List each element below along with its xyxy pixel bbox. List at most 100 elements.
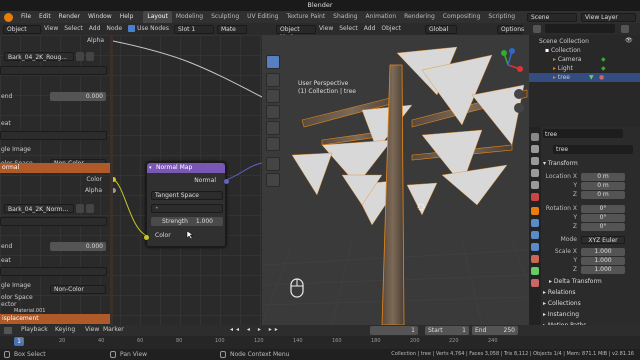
location-x-field[interactable]: 0 m	[581, 173, 625, 181]
outliner-item-collection[interactable]: ▪ Collection	[529, 46, 640, 55]
timeline-editor-icon[interactable]	[4, 327, 12, 334]
image-copy-icon-2[interactable]	[76, 204, 84, 213]
node-menu-view[interactable]: View	[41, 23, 61, 35]
timeline[interactable]: Playback Keying View Marker ◂◂ ◂ ▸ ▸▸ 1 …	[0, 325, 640, 349]
options-dropdown[interactable]: Options	[497, 24, 524, 34]
normal-map-node-header[interactable]: ▾ Normal Map	[147, 163, 225, 173]
physics-tab-icon[interactable]	[531, 243, 539, 251]
node-menu-add[interactable]: Add	[86, 23, 104, 35]
tab-rendering[interactable]: Rendering	[400, 11, 439, 23]
world-tab-icon[interactable]	[531, 193, 539, 201]
tab-sculpting[interactable]: Sculpting	[207, 11, 243, 23]
keying-menu[interactable]: Keying	[52, 324, 78, 336]
tab-animation[interactable]: Animation	[362, 11, 401, 23]
vp-menu-object[interactable]: Object	[378, 23, 404, 35]
outliner-item-scene-collection[interactable]: Scene Collection	[529, 37, 640, 46]
outliner-search-input[interactable]	[545, 24, 615, 33]
image-copy-icon[interactable]	[76, 52, 84, 61]
rotate-tool-icon[interactable]	[266, 105, 280, 119]
scale-tool-icon[interactable]	[266, 121, 280, 135]
uv-map-field[interactable]: •	[151, 204, 223, 213]
scene-selector[interactable]: Scene	[527, 12, 577, 22]
normal-output-socket[interactable]	[224, 179, 229, 184]
slot-selector[interactable]: Slot 1	[173, 24, 214, 34]
view-layer-tab-icon[interactable]	[531, 169, 539, 177]
node-object-selector[interactable]: Object	[3, 24, 41, 34]
data-tab-icon[interactable]	[531, 267, 539, 275]
image-close-icon[interactable]	[86, 52, 94, 61]
material-selector[interactable]: Mate	[216, 24, 247, 34]
object-tab-icon[interactable]	[531, 207, 539, 215]
tab-shading[interactable]: Shading	[329, 11, 361, 23]
image-close-icon-2[interactable]	[86, 204, 94, 213]
tab-compositing[interactable]: Compositing	[439, 11, 485, 23]
menu-file[interactable]: File	[17, 11, 35, 23]
menu-window[interactable]: Window	[84, 11, 116, 23]
extension-dropdown-2[interactable]	[0, 267, 107, 276]
node-header-normal[interactable]: ormal	[0, 163, 110, 173]
use-nodes-toggle[interactable]: Use Nodes	[125, 23, 172, 35]
end-frame-field[interactable]: End 250	[472, 326, 518, 335]
scale-y-field[interactable]: 1.000	[581, 257, 625, 265]
transform-section[interactable]: ▾ Transform	[543, 160, 578, 167]
image-selector-normal[interactable]: Bark_04_2K_Norm...	[4, 204, 74, 213]
outliner-item-tree[interactable]: ▸ tree ▼ ●	[529, 73, 640, 82]
annotate-tool-icon[interactable]	[266, 157, 280, 171]
delta-transform-section[interactable]: ▸ Delta Transform	[549, 278, 602, 285]
scale-x-field[interactable]: 1.000	[581, 248, 625, 256]
node-menu-node[interactable]: Node	[103, 23, 125, 35]
rotation-x-field[interactable]: 0°	[581, 205, 625, 213]
pan-view-icon[interactable]	[514, 89, 524, 99]
image-selector-roughness[interactable]: Bark_04_2K_Roug...	[4, 52, 74, 61]
strength-field[interactable]: Strength 1.000	[151, 217, 223, 226]
outliner-item-camera[interactable]: ▸ Camera ◆	[529, 55, 640, 64]
blend-value-2[interactable]: 0.000	[50, 242, 106, 251]
scene-tab-icon[interactable]	[531, 181, 539, 189]
render-tab-icon[interactable]	[531, 145, 539, 153]
current-frame-field[interactable]: 1	[370, 326, 418, 335]
modifier-tab-icon[interactable]	[531, 219, 539, 227]
extension-dropdown-1[interactable]	[0, 131, 107, 140]
rotation-z-field[interactable]: 0°	[581, 223, 625, 231]
start-frame-field[interactable]: Start 1	[425, 326, 469, 335]
measure-tool-icon[interactable]	[266, 173, 280, 187]
interpolation-dropdown-1[interactable]	[0, 66, 107, 75]
move-tool-icon[interactable]	[266, 89, 280, 103]
collections-section[interactable]: ▸ Collections	[543, 300, 581, 307]
tab-layout[interactable]: Layout	[143, 11, 172, 23]
node-editor[interactable]: Alpha Bark_04_2K_Roug... end 0.000 eat g…	[0, 35, 262, 325]
instancing-section[interactable]: ▸ Instancing	[543, 311, 579, 318]
constraints-tab-icon[interactable]	[531, 255, 539, 263]
playback-menu[interactable]: Playback	[18, 324, 51, 336]
rotation-mode-dropdown[interactable]: XYZ Euler	[581, 236, 625, 244]
3d-viewport[interactable]: User Perspective (1) Collection | tree	[262, 35, 529, 325]
transform-tool-icon[interactable]	[266, 137, 280, 151]
view-layer-selector[interactable]: View Layer	[581, 12, 636, 22]
select-tool-icon[interactable]	[266, 55, 280, 69]
visibility-eye-icon[interactable]: 👁	[625, 37, 633, 44]
node-header-displacement[interactable]: isplacement	[0, 314, 110, 324]
vp-menu-add[interactable]: Add	[361, 23, 379, 35]
location-y-field[interactable]: 0 m	[581, 182, 625, 190]
cursor-tool-icon[interactable]	[266, 73, 280, 87]
tab-modeling[interactable]: Modeling	[172, 11, 207, 23]
filter-icon[interactable]	[621, 25, 629, 33]
vp-menu-view[interactable]: View	[316, 23, 336, 35]
menu-render[interactable]: Render	[55, 11, 84, 23]
relations-section[interactable]: ▸ Relations	[543, 289, 575, 296]
collapse-chevron-icon[interactable]: ▾	[149, 163, 152, 173]
blend-value-1[interactable]: 0.000	[50, 92, 106, 101]
interpolation-dropdown-2[interactable]	[0, 217, 107, 226]
output-tab-icon[interactable]	[531, 157, 539, 165]
blender-logo-icon[interactable]	[4, 12, 13, 22]
menu-help[interactable]: Help	[116, 11, 138, 23]
scale-z-field[interactable]: 1.000	[581, 266, 625, 274]
node-menu-select[interactable]: Select	[61, 23, 86, 35]
orientation-dropdown[interactable]: Global	[425, 24, 457, 34]
space-dropdown[interactable]: Tangent Space	[151, 191, 223, 200]
camera-view-icon[interactable]	[514, 103, 524, 113]
object-name-field[interactable]: tree	[553, 145, 633, 154]
colorspace-dropdown-2[interactable]: Non-Color	[50, 285, 106, 294]
menu-edit[interactable]: Edit	[35, 11, 55, 23]
playback-controls[interactable]: ◂◂ ◂ ▸ ▸▸	[230, 326, 281, 333]
